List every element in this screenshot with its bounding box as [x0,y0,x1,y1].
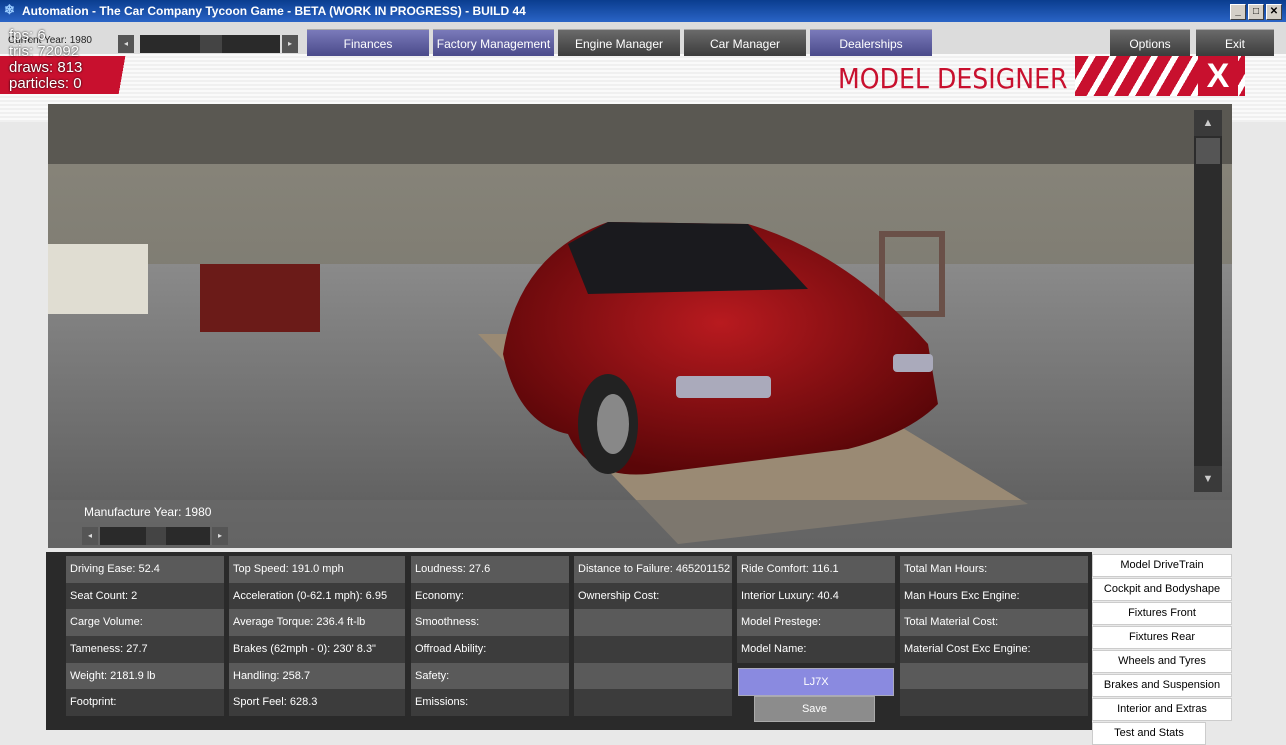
stat-top-speed: Top Speed: 191.0 mph [229,556,405,583]
stat-empty [900,689,1088,717]
stat-empty [900,662,1088,690]
stat-tameness: Tameness: 27.7 [66,636,224,663]
game-area: Current Year: 1980 ◂ ▸ Finances Factory … [0,22,1286,745]
stat-brakes: Brakes (62mph - 0): 230' 8.3" [229,636,405,663]
stat-offroad-ability: Offroad Ability: [411,636,569,663]
snowflake-icon: ❄ [4,2,15,17]
nav-dealerships-button[interactable]: Dealerships [810,29,932,56]
stat-man-hours-exc-engine: Man Hours Exc Engine: [900,582,1088,610]
stats-column-5: Ride Comfort: 116.1 Interior Luxury: 40.… [737,556,895,663]
garage-scene [48,104,1232,548]
stat-average-torque: Average Torque: 236.4 ft-lb [229,609,405,637]
stat-material-cost-exc-engine: Material Cost Exc Engine: [900,636,1088,663]
window-title: Automation - The Car Company Tycoon Game… [22,4,526,18]
menu-test-stats[interactable]: Test and Stats [1092,722,1206,745]
nav-engine-button[interactable]: Engine Manager [558,29,680,56]
stat-empty [574,689,732,717]
tris-readout: tris: 72092 [9,43,80,60]
stat-model-prestige: Model Prestege: [737,609,895,637]
particles-readout: particles: 0 [9,75,82,92]
stat-ownership-cost: Ownership Cost: [574,582,732,610]
stats-column-4: Distance to Failure: 465201152 0.0 Owner… [574,556,732,717]
stats-column-6: Total Man Hours: Man Hours Exc Engine: T… [900,556,1088,717]
scroll-down-arrow-icon[interactable]: ▼ [1194,466,1222,492]
fps-readout: fps: 6 [9,27,46,44]
stat-empty [574,662,732,690]
menu-model-drivetrain[interactable]: Model DriveTrain [1092,554,1232,577]
year-right-arrow-icon[interactable]: ▸ [282,35,298,53]
viewport-scrollbar[interactable] [1194,110,1222,492]
mfg-year-right-arrow-icon[interactable]: ▸ [212,527,228,545]
stat-economy: Economy: [411,582,569,610]
designer-side-menu: Model DriveTrain Cockpit and Bodyshape F… [1092,554,1232,745]
menu-fixtures-front[interactable]: Fixtures Front [1092,602,1232,625]
menu-fixtures-rear[interactable]: Fixtures Rear [1092,626,1232,649]
year-slider-track[interactable] [140,35,200,53]
manufacture-year-label: Manufacture Year: 1980 [84,505,212,519]
stat-footprint: Footprint: [66,689,224,717]
stat-empty [574,636,732,663]
year-left-arrow-icon[interactable]: ◂ [118,35,134,53]
stat-sport-feel: Sport Feel: 628.3 [229,689,405,717]
menu-cockpit-bodyshape[interactable]: Cockpit and Bodyshape [1092,578,1232,601]
stats-column-1: Driving Ease: 52.4 Seat Count: 2 Carge V… [66,556,224,717]
options-button[interactable]: Options [1110,29,1190,56]
stat-empty [574,609,732,637]
nav-factory-button[interactable]: Factory Management [433,29,554,56]
window-titlebar: ❄ Automation - The Car Company Tycoon Ga… [0,0,1286,22]
exit-button[interactable]: Exit [1196,29,1274,56]
model-name-label: Model Name: [737,636,895,663]
scroll-up-arrow-icon[interactable]: ▲ [1194,110,1222,136]
minimize-button[interactable]: _ [1230,4,1246,20]
nav-car-button[interactable]: Car Manager [684,29,806,56]
stat-total-man-hours: Total Man Hours: [900,556,1088,583]
stat-emissions: Emissions: [411,689,569,717]
stat-safety: Safety: [411,662,569,690]
car-3d-viewport[interactable] [48,104,1232,548]
maximize-button[interactable]: □ [1248,4,1264,20]
stat-loudness: Loudness: 27.6 [411,556,569,583]
menu-wheels-tyres[interactable]: Wheels and Tyres [1092,650,1232,673]
stat-cargo-volume: Carge Volume: [66,609,224,637]
stat-seat-count: Seat Count: 2 [66,582,224,610]
menu-brakes-suspension[interactable]: Brakes and Suspension [1092,674,1232,697]
stat-driving-ease: Driving Ease: 52.4 [66,556,224,583]
page-title: MODEL DESIGNER [838,62,1068,95]
stat-weight: Weight: 2181.9 lb [66,662,224,690]
mfg-year-slider-thumb[interactable] [146,527,166,545]
nav-finances-button[interactable]: Finances [307,29,429,56]
stat-interior-luxury: Interior Luxury: 40.4 [737,582,895,610]
save-button[interactable]: Save [754,696,875,722]
model-name-input[interactable]: LJ7X [738,668,894,696]
stat-acceleration: Acceleration (0-62.1 mph): 6.95 [229,582,405,610]
mfg-year-slider-track-right[interactable] [166,527,210,545]
stat-smoothness: Smoothness: [411,609,569,637]
mfg-year-left-arrow-icon[interactable]: ◂ [82,527,98,545]
debug-overlay: fps: 6 tris: 72092 draws: 813 particles:… [9,28,82,92]
year-slider-thumb[interactable] [200,35,222,53]
close-window-button[interactable]: ✕ [1266,4,1282,20]
year-slider-track-right[interactable] [222,35,280,53]
stat-distance-to-failure: Distance to Failure: 465201152 0.0 [574,556,732,583]
mfg-year-slider-track[interactable] [100,527,146,545]
menu-interior-extras[interactable]: Interior and Extras [1092,698,1232,721]
draws-readout: draws: 813 [9,59,83,76]
stat-ride-comfort: Ride Comfort: 116.1 [737,556,895,583]
stats-column-3: Loudness: 27.6 Economy: Smoothness: Offr… [411,556,569,717]
stat-handling: Handling: 258.7 [229,662,405,690]
scrollbar-thumb[interactable] [1196,138,1220,164]
stats-column-2: Top Speed: 191.0 mph Acceleration (0-62.… [229,556,405,717]
close-designer-button[interactable]: X [1198,56,1238,96]
stat-total-material-cost: Total Material Cost: [900,609,1088,637]
